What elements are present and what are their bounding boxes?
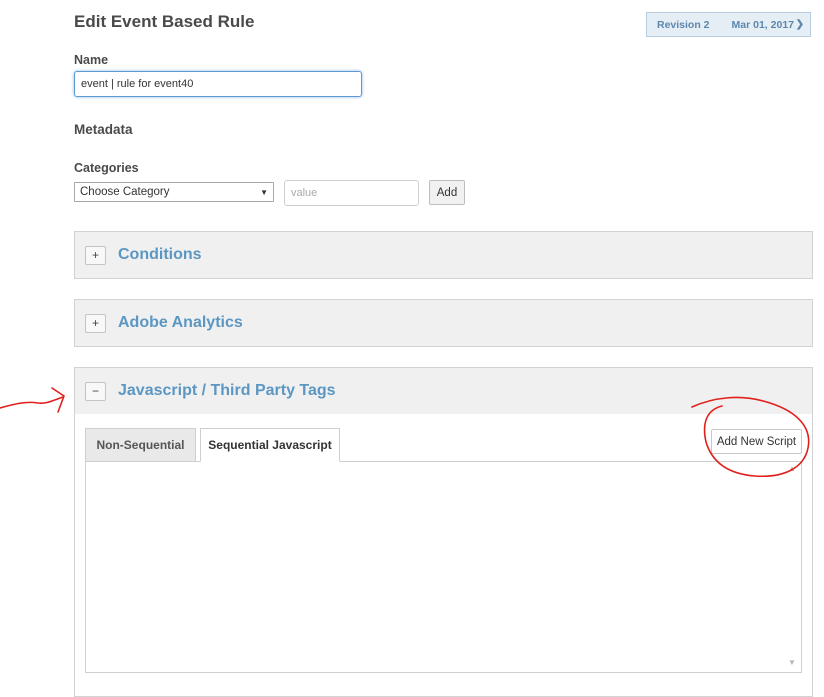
name-label: Name bbox=[74, 53, 109, 67]
category-select-value: Choose Category bbox=[80, 186, 170, 198]
javascript-panel-header[interactable]: − Javascript / Third Party Tags bbox=[75, 368, 812, 414]
caret-down-icon: ▼ bbox=[260, 187, 268, 197]
add-new-script-button[interactable]: Add New Script bbox=[711, 429, 802, 454]
category-value-input[interactable] bbox=[284, 180, 419, 206]
panel-title-adobe-analytics[interactable]: Adobe Analytics bbox=[118, 314, 243, 332]
tab-sequential-javascript[interactable]: Sequential Javascript bbox=[200, 428, 340, 462]
annotation-arrow bbox=[0, 396, 64, 409]
panel-title-javascript[interactable]: Javascript / Third Party Tags bbox=[118, 382, 336, 400]
metadata-heading: Metadata bbox=[74, 122, 133, 137]
conditions-panel: + Conditions bbox=[74, 231, 813, 279]
annotation-arrowhead bbox=[51, 387, 65, 413]
categories-label: Categories bbox=[74, 161, 139, 175]
add-category-button[interactable]: Add bbox=[429, 180, 465, 205]
adobe-analytics-panel-header[interactable]: + Adobe Analytics bbox=[75, 300, 812, 346]
panel-title-conditions[interactable]: Conditions bbox=[118, 246, 202, 264]
revision-dropdown[interactable]: Revision 2 Mar 01, 2017 ❯ bbox=[646, 12, 811, 37]
collapse-toggle-button[interactable]: − bbox=[85, 381, 106, 401]
name-input[interactable] bbox=[74, 71, 362, 97]
scroll-down-arrow-icon[interactable]: ▼ bbox=[788, 658, 796, 667]
adobe-analytics-panel: + Adobe Analytics bbox=[74, 299, 813, 347]
tab-non-sequential[interactable]: Non-Sequential bbox=[85, 428, 196, 462]
conditions-panel-header[interactable]: + Conditions bbox=[75, 232, 812, 278]
scroll-up-arrow-icon[interactable]: ▲ bbox=[788, 464, 796, 473]
revision-date: Mar 01, 2017 bbox=[731, 18, 794, 31]
page-title: Edit Event Based Rule bbox=[74, 12, 255, 31]
script-list-area[interactable] bbox=[85, 461, 802, 673]
expand-toggle-button[interactable]: + bbox=[85, 313, 106, 333]
expand-toggle-button[interactable]: + bbox=[85, 245, 106, 265]
category-select[interactable]: Choose Category ▼ bbox=[74, 182, 274, 202]
revision-label: Revision 2 bbox=[657, 18, 710, 31]
chevron-down-icon: ❯ bbox=[795, 19, 804, 30]
